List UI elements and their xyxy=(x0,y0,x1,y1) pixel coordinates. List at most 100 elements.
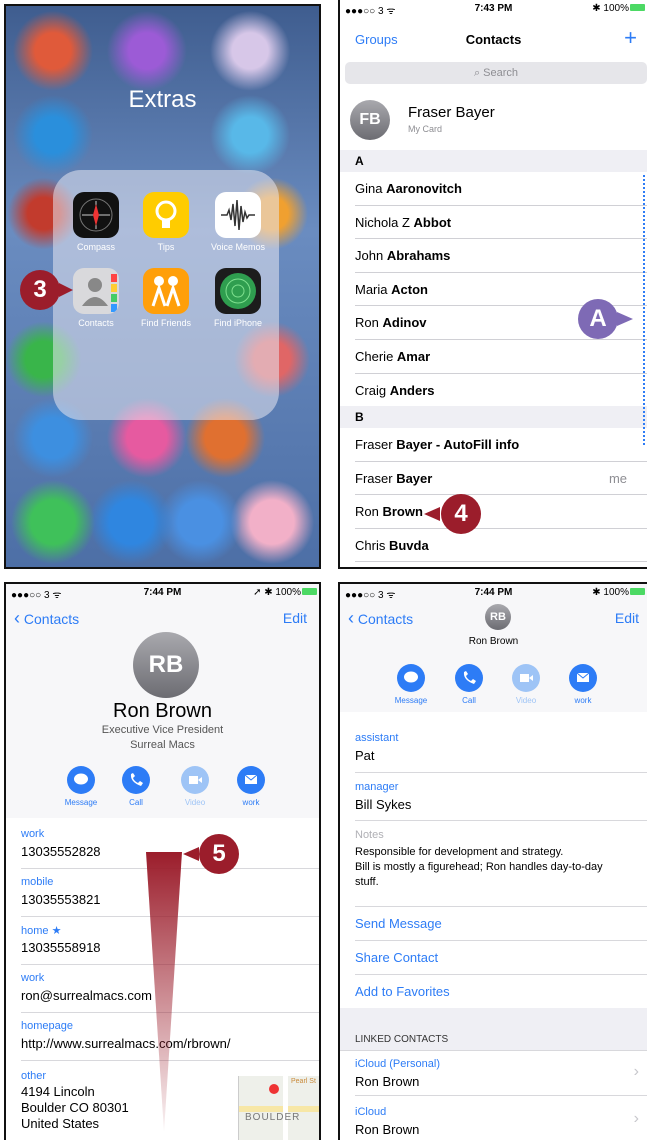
battery-icon xyxy=(630,4,645,11)
address-line[interactable]: 4194 Lincoln xyxy=(21,1084,95,1099)
contact-row[interactable]: Ron Brown xyxy=(340,495,647,529)
contact-row[interactable]: Fraser Bayer me xyxy=(340,462,647,496)
send-message-link[interactable]: Send Message xyxy=(355,916,442,931)
contact-first-name: Chris xyxy=(355,537,386,553)
contact-first-name: Maria xyxy=(355,281,388,297)
contact-last-name: Abbot xyxy=(413,214,452,230)
search-bar[interactable]: ⌕ Search xyxy=(345,62,647,84)
contact-row[interactable]: Nichola Z Abbot xyxy=(340,206,647,240)
field-value[interactable]: http://www.surrealmacs.com/rbrown/ xyxy=(21,1036,231,1051)
message-action[interactable]: Message xyxy=(388,664,434,705)
envelope-icon xyxy=(569,664,597,692)
notes-text[interactable]: Bill is mostly a figurehead; Ron handles… xyxy=(355,861,603,873)
field-value[interactable]: 13035558918 xyxy=(21,940,101,955)
mail-action[interactable]: work xyxy=(228,766,274,807)
edit-button[interactable]: Edit xyxy=(283,610,307,626)
contact-first-name: Ron xyxy=(355,504,379,520)
callout-arrow xyxy=(183,847,199,861)
field-value[interactable]: 13035553821 xyxy=(21,892,101,907)
notes-text[interactable]: stuff. xyxy=(355,876,379,888)
app-tips[interactable]: Tips xyxy=(131,192,201,252)
back-button[interactable]: ‹ Contacts xyxy=(348,608,413,629)
app-find-iphone[interactable]: Find iPhone xyxy=(203,268,273,328)
contact-row[interactable]: Craig Anders xyxy=(340,374,647,408)
linked-contact-row[interactable]: iCloud (Personal) Ron Brown › xyxy=(340,1051,647,1095)
my-card-row[interactable]: FB Fraser Bayer My Card xyxy=(340,90,647,150)
radar-icon xyxy=(215,268,261,314)
video-action[interactable]: Video xyxy=(172,766,218,807)
app-contacts[interactable]: Contacts xyxy=(61,268,131,328)
contact-last-name: Brown xyxy=(382,504,423,520)
contact-last-name: Bayer xyxy=(396,470,433,486)
contact-row[interactable]: Cherie Amar xyxy=(340,340,647,374)
field-value[interactable]: Bill Sykes xyxy=(355,797,411,812)
status-bar: ●●●○○ 3 ᯤ 7:43 PM ✱ 100% xyxy=(340,0,647,17)
contacts-icon xyxy=(73,268,119,314)
linked-contact-row[interactable]: iCloud Ron Brown › xyxy=(340,1096,647,1140)
contact-row[interactable]: Gina Aaronovitch xyxy=(340,172,647,206)
contact-full-name: Fraser Bayer xyxy=(355,471,432,486)
search-placeholder: ⌕ Search xyxy=(473,67,519,79)
app-voice-memos[interactable]: Voice Memos xyxy=(203,192,273,252)
chevron-left-icon: ‹ xyxy=(14,608,20,628)
contact-row[interactable]: Chris Buvda xyxy=(340,529,647,563)
edit-button[interactable]: Edit xyxy=(615,610,639,626)
status-bar: ●●●○○ 3 ᯤ 7:44 PM ✱ 100% xyxy=(340,584,647,601)
chevron-right-icon: › xyxy=(633,1063,639,1080)
video-icon xyxy=(181,766,209,794)
my-card-name: Fraser Bayer xyxy=(408,104,495,121)
contact-detail-panel: ●●●○○ 3 ᯤ 7:44 PM ➚ ✱ 100% ‹ Contacts Ed… xyxy=(4,582,321,1140)
row-separator xyxy=(355,561,647,563)
callout-badge-5: 5 xyxy=(199,834,239,874)
field-value[interactable]: Pat xyxy=(355,748,375,763)
back-button[interactable]: ‹ Contacts xyxy=(14,608,79,629)
contact-last-name: Amar xyxy=(396,349,431,364)
contact-full-name: Ron Adinov xyxy=(355,315,427,330)
add-to-favorites-link[interactable]: Add to Favorites xyxy=(355,984,450,999)
contact-first-name: Gina xyxy=(355,181,383,196)
share-contact-link[interactable]: Share Contact xyxy=(355,950,438,965)
app-find-friends[interactable]: Find Friends xyxy=(131,268,201,328)
extras-folder: Compass Tips Voice Memos Contacts Find F… xyxy=(53,170,279,420)
app-compass[interactable]: Compass xyxy=(61,192,131,252)
call-action[interactable]: Call xyxy=(446,664,492,705)
address-line[interactable]: Boulder CO 80301 xyxy=(21,1100,129,1115)
contact-full-name: Gina Aaronovitch xyxy=(355,181,462,196)
lightbulb-icon xyxy=(143,192,189,238)
contact-full-name: Ron Brown xyxy=(355,504,423,519)
video-action[interactable]: Video xyxy=(503,664,549,705)
contact-full-name: Cherie Amar xyxy=(355,349,430,364)
field-value[interactable]: ron@surrealmacs.com xyxy=(21,988,152,1003)
contact-name: Ron Brown xyxy=(468,636,519,647)
contact-first-name: Cherie xyxy=(355,349,394,364)
phone-icon xyxy=(122,766,150,794)
field-label: work xyxy=(21,972,45,984)
notes-text[interactable]: Responsible for development and strategy… xyxy=(355,846,563,858)
field-value[interactable]: 13035552828 xyxy=(21,844,101,859)
people-icon xyxy=(143,268,189,314)
contact-row[interactable]: John Abrahams xyxy=(340,239,647,273)
nav-bar: Groups Contacts + xyxy=(340,22,647,58)
call-action[interactable]: Call xyxy=(113,766,159,807)
nav-title: Contacts xyxy=(465,32,522,47)
contact-last-name: Bayer - AutoFill info xyxy=(396,437,520,452)
message-action[interactable]: Message xyxy=(58,766,104,807)
contact-first-name: Ron xyxy=(355,315,379,331)
contact-row[interactable]: Fraser Bayer - AutoFill info xyxy=(340,428,647,462)
contact-full-name: John Abrahams xyxy=(355,248,450,263)
chevron-right-icon: › xyxy=(633,1110,639,1127)
callout-badge-3: 3 xyxy=(20,270,60,310)
contact-first-name: Nichola Z xyxy=(355,214,410,230)
mail-action[interactable]: work xyxy=(560,664,606,705)
callout-arrow xyxy=(617,312,633,326)
address-line[interactable]: United States xyxy=(21,1116,99,1131)
add-contact-button[interactable]: + xyxy=(624,25,637,51)
contact-me-tag: me xyxy=(608,470,627,486)
field-label: home ★ xyxy=(21,925,62,937)
map-thumbnail[interactable]: BOULDER Pearl St xyxy=(238,1076,319,1140)
contact-first-name: Craig xyxy=(355,382,387,398)
contact-last-name: Buvda xyxy=(388,537,429,553)
contact-full-name: Chris Buvda xyxy=(355,538,429,553)
section-index-strip[interactable] xyxy=(643,175,646,445)
contact-last-name: Anders xyxy=(389,382,435,398)
